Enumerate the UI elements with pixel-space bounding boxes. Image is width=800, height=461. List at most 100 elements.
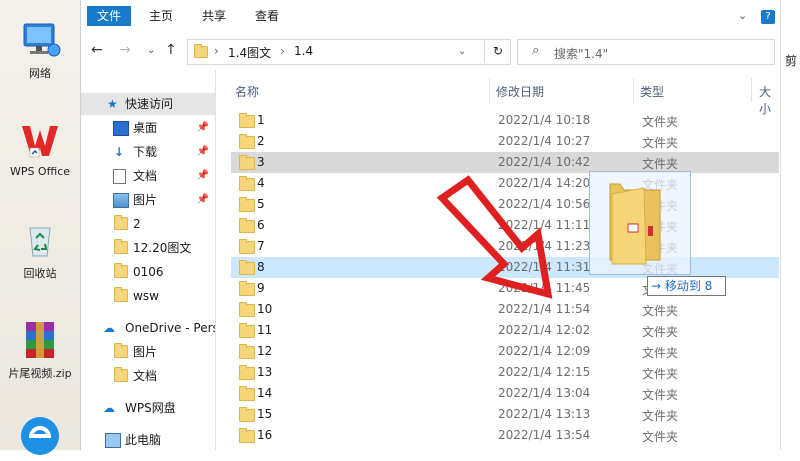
folder-icon	[239, 134, 255, 149]
table-row[interactable]: 15 2022/1/4 13:13 文件夹	[231, 404, 779, 425]
address-bar[interactable]: › 1.4图文 › 1.4 ⌄ ↻	[187, 39, 511, 65]
nav-item-folder[interactable]: 0106	[81, 261, 215, 283]
nav-quick-access[interactable]: ★ 快速访问	[81, 93, 215, 115]
back-arrow-icon[interactable]: ←	[91, 42, 103, 58]
tab-view[interactable]: 查看	[245, 6, 289, 26]
nav-label: 下载	[133, 145, 158, 159]
desktop-browser[interactable]	[0, 414, 80, 458]
nav-wps-cloud[interactable]: ☁ WPS网盘	[81, 397, 215, 419]
arrow-shape	[436, 175, 553, 299]
computer-icon	[105, 433, 121, 448]
pin-icon: 📌	[196, 170, 209, 181]
folder-icon	[239, 407, 255, 422]
forward-arrow-icon[interactable]: →	[119, 42, 131, 58]
modified-date: 2022/1/4 10:18	[498, 113, 591, 127]
nav-item-pictures[interactable]: 图片 📌	[81, 189, 215, 211]
tab-share[interactable]: 共享	[192, 6, 236, 26]
folder-icon	[239, 197, 255, 212]
modified-date: 2022/1/4 11:54	[498, 302, 591, 316]
folder-icon	[114, 343, 128, 358]
modified-date: 2022/1/4 12:15	[498, 365, 591, 379]
table-row[interactable]: 2 2022/1/4 10:27 文件夹	[231, 131, 779, 152]
file-type: 文件夹	[642, 409, 679, 423]
move-to-tooltip: → 移动到 8	[647, 276, 726, 296]
desktop-label: 网络	[29, 67, 51, 80]
pin-icon: 📌	[196, 194, 209, 205]
file-name: 12	[257, 344, 273, 358]
table-row[interactable]: 14 2022/1/4 13:04 文件夹	[231, 383, 779, 404]
nav-label: wsw	[133, 289, 159, 303]
folder-icon	[239, 281, 255, 296]
column-header-type[interactable]: 类型	[640, 83, 664, 100]
desktop-recycle-bin[interactable]: 回收站	[0, 218, 80, 281]
recycle-bin-icon	[18, 218, 62, 262]
desktop-network[interactable]: 网络	[0, 18, 80, 81]
file-name: 10	[257, 302, 273, 316]
nav-item-documents[interactable]: 文档 📌	[81, 165, 215, 187]
table-row[interactable]: 16 2022/1/4 13:54 文件夹	[231, 425, 779, 446]
folder-icon	[239, 239, 255, 254]
winrar-icon	[18, 318, 62, 362]
download-icon: ↓	[114, 145, 125, 159]
nav-label: 12.20图文	[133, 241, 192, 255]
folder-icon	[114, 239, 128, 254]
nav-item-folder[interactable]: 12.20图文	[81, 237, 215, 259]
nav-label: 文档	[133, 169, 158, 183]
nav-label: 文档	[133, 369, 158, 383]
table-row[interactable]: 11 2022/1/4 12:02 文件夹	[231, 320, 779, 341]
up-arrow-icon[interactable]: ↑	[165, 42, 177, 58]
recent-chevron-icon[interactable]: ⌄	[147, 45, 155, 56]
chevron-down-icon[interactable]: ⌄	[738, 9, 747, 22]
address-dropdown-icon[interactable]: ⌄	[458, 46, 466, 57]
column-divider[interactable]	[489, 78, 490, 102]
file-type: 文件夹	[642, 136, 679, 150]
table-row[interactable]: 10 2022/1/4 11:54 文件夹	[231, 299, 779, 320]
column-divider[interactable]	[633, 78, 634, 102]
column-header-date[interactable]: 修改日期	[496, 83, 544, 100]
picture-icon	[113, 193, 129, 208]
file-name: 1	[257, 113, 265, 127]
nav-item-folder[interactable]: 文档	[81, 365, 215, 387]
desktop-label: 片尾视频.zip	[8, 367, 72, 380]
modified-date: 2022/1/4 13:13	[498, 407, 591, 421]
nav-item-folder[interactable]: wsw	[81, 285, 215, 307]
table-row[interactable]: 1 2022/1/4 10:18 文件夹	[231, 110, 779, 131]
table-row[interactable]: 13 2022/1/4 12:15 文件夹	[231, 362, 779, 383]
nav-item-downloads[interactable]: ↓ 下载 📌	[81, 141, 215, 163]
column-divider[interactable]	[751, 78, 752, 102]
drag-ghost	[589, 171, 691, 275]
nav-label: 0106	[133, 265, 164, 279]
search-input[interactable]: ⌕ 搜索"1.4"	[517, 39, 775, 65]
table-row[interactable]: 3 2022/1/4 10:42 文件夹	[231, 152, 779, 173]
adjacent-window-label: 剪	[785, 54, 798, 68]
nav-this-pc[interactable]: 此电脑	[81, 429, 215, 451]
file-name: 13	[257, 365, 273, 379]
desktop-zip-file[interactable]: 片尾视频.zip	[0, 318, 80, 381]
tab-file[interactable]: 文件	[87, 6, 132, 26]
modified-date: 2022/1/4 10:27	[498, 134, 591, 148]
cloud-icon: ☁	[103, 401, 115, 415]
nav-item-folder[interactable]: 图片	[81, 341, 215, 363]
nav-item-desktop[interactable]: 桌面 📌	[81, 117, 215, 139]
breadcrumb-item[interactable]: 1.4图文	[228, 44, 271, 61]
tab-home[interactable]: 主页	[139, 6, 183, 26]
breadcrumb-item[interactable]: 1.4	[294, 44, 313, 58]
network-icon	[18, 18, 62, 62]
file-name: 11	[257, 323, 273, 337]
refresh-icon[interactable]: ↻	[484, 39, 511, 63]
help-icon[interactable]: ?	[761, 10, 775, 24]
folder-icon	[239, 428, 255, 443]
folder-icon	[239, 344, 255, 359]
file-name: 6	[257, 218, 265, 232]
file-name: 15	[257, 407, 273, 421]
address-toolbar: ← → ⌄ ↑ › 1.4图文 › 1.4 ⌄ ↻ ⌕ 搜索"1.4"	[81, 32, 781, 70]
modified-date: 2022/1/4 12:02	[498, 323, 591, 337]
table-row[interactable]: 12 2022/1/4 12:09 文件夹	[231, 341, 779, 362]
nav-label: 此电脑	[125, 433, 162, 447]
column-header-name[interactable]: 名称	[235, 83, 259, 100]
file-name: 16	[257, 428, 273, 442]
folder-icon	[239, 218, 255, 233]
desktop-wps-office[interactable]: WPS Office	[0, 118, 80, 178]
nav-item-folder[interactable]: 2	[81, 213, 215, 235]
nav-onedrive[interactable]: ☁ OneDrive - Pers	[81, 317, 215, 339]
